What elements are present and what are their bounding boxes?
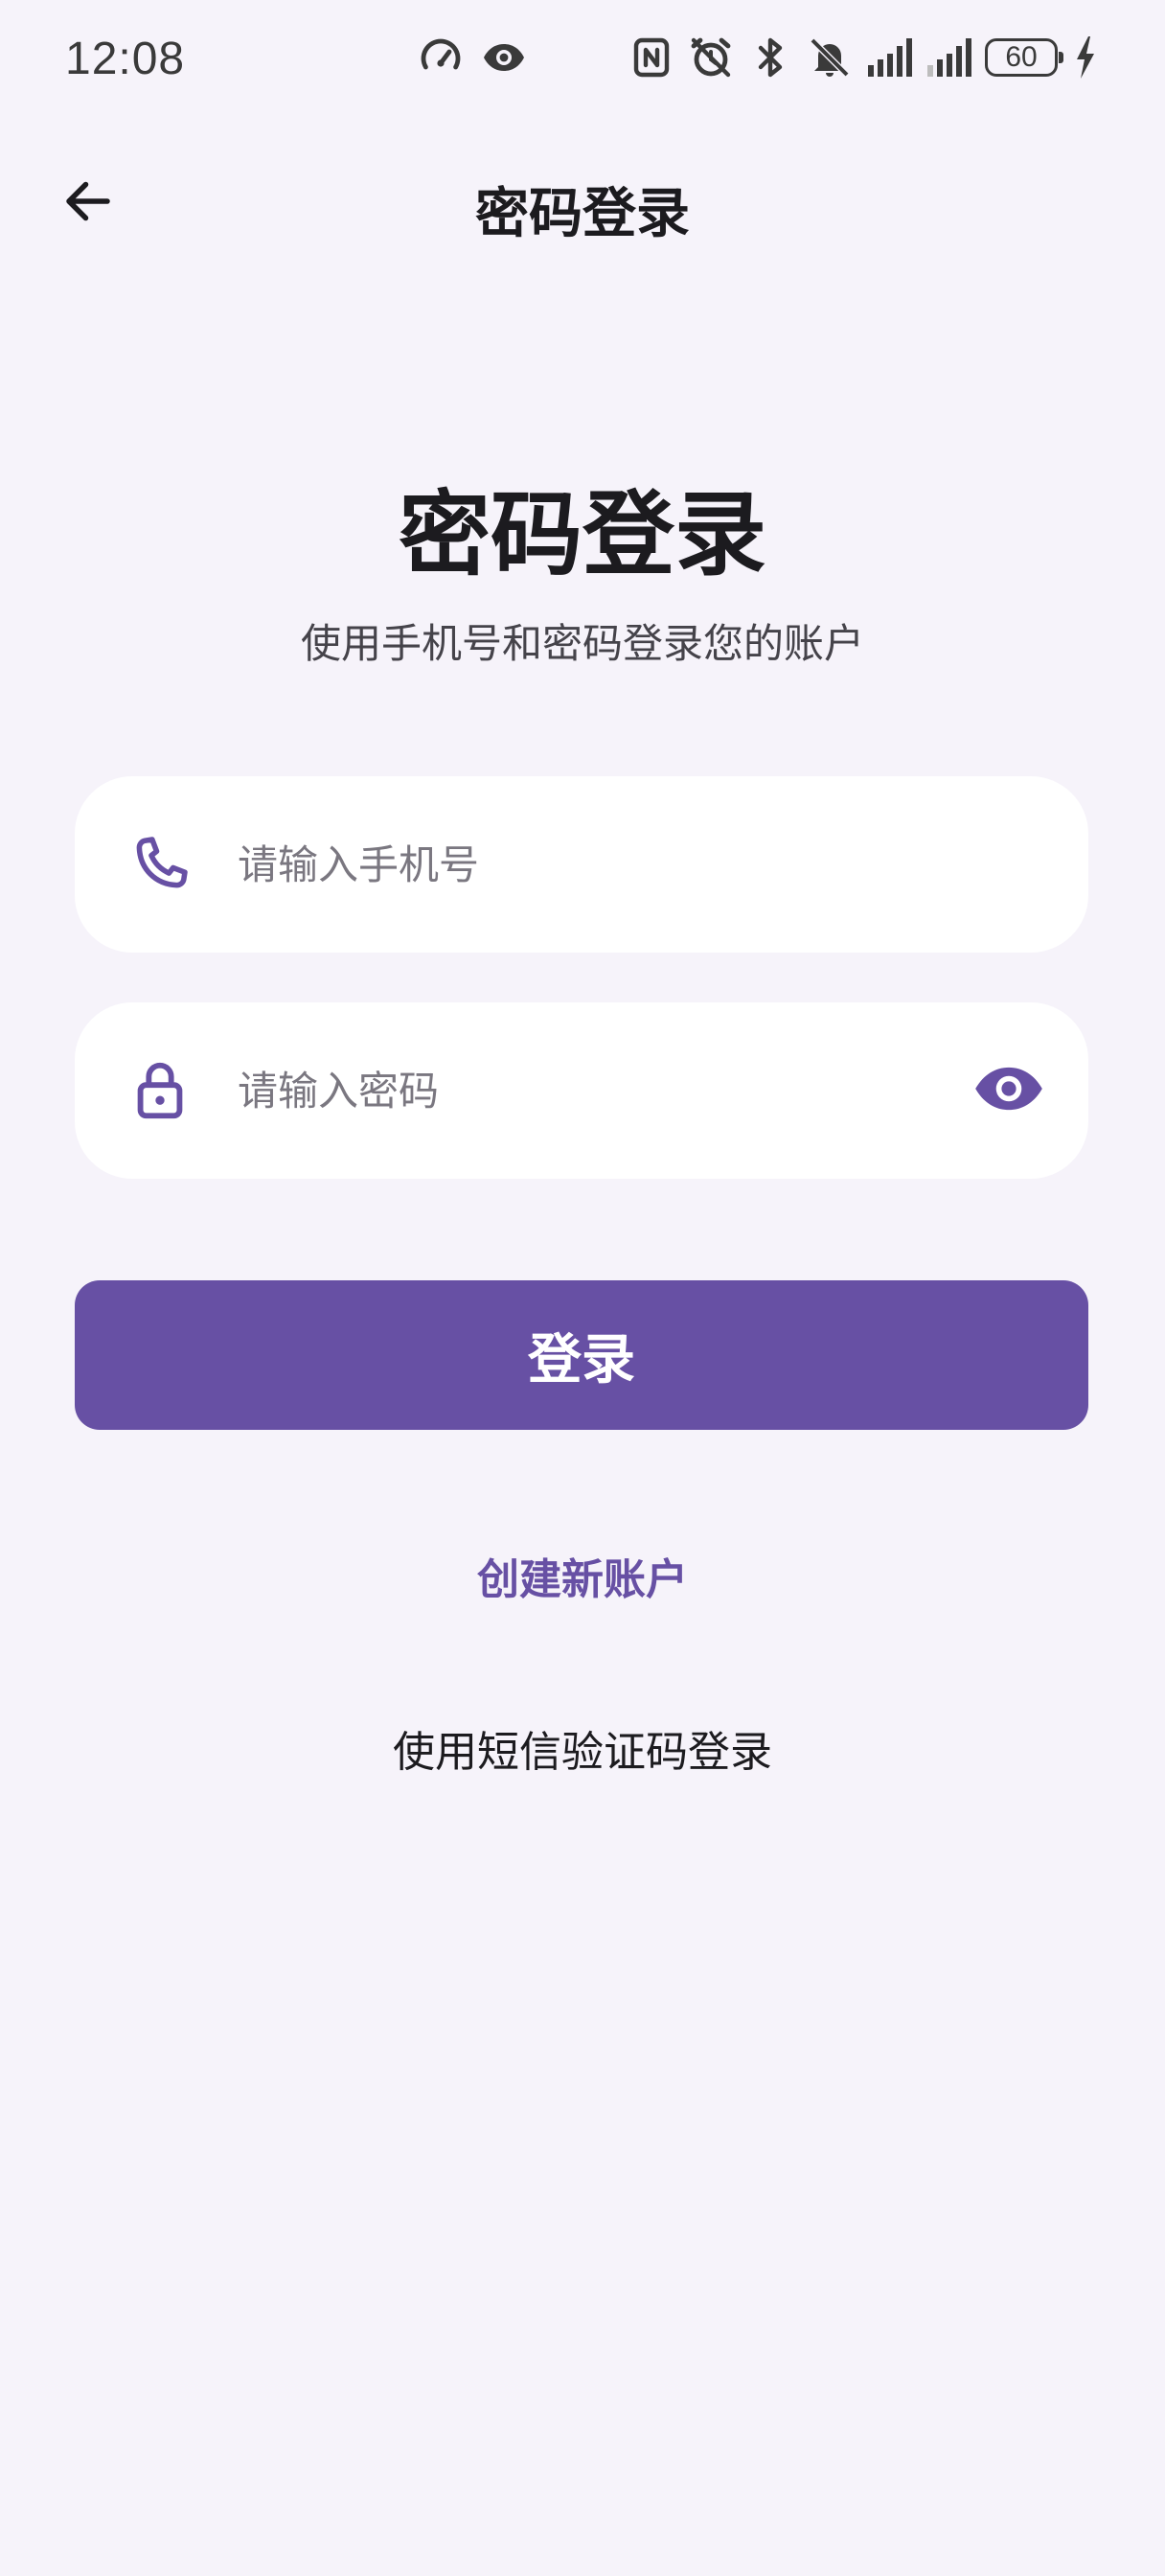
- eye-icon: [972, 1052, 1045, 1129]
- battery-icon: 60: [985, 38, 1063, 77]
- login-button[interactable]: 登录: [75, 1280, 1088, 1430]
- login-screen: 12:08 60 密码登录 密码登录 使用手机号和密码登录您的账户 请输入手机号…: [0, 0, 1165, 2576]
- phone-icon: [117, 821, 203, 908]
- page-title: 密码登录: [399, 481, 766, 588]
- charging-icon: [1071, 34, 1098, 80]
- bluetooth-icon: [747, 34, 793, 80]
- status-right-icons: 60: [628, 34, 1098, 80]
- bell-off-icon: [807, 34, 853, 80]
- status-time: 12:08: [65, 34, 186, 84]
- eye-icon: [481, 34, 527, 80]
- nfc-icon: [628, 34, 674, 80]
- sms-login-link-row: 使用短信验证码登录: [0, 1717, 1165, 1779]
- page-subtitle: 使用手机号和密码登录您的账户: [300, 620, 864, 667]
- app-bar-title: 密码登录: [475, 183, 690, 245]
- signal-icon: [866, 34, 912, 80]
- status-center-icons: [418, 34, 527, 80]
- password-input[interactable]: [238, 1041, 966, 1140]
- sms-login-link[interactable]: 使用短信验证码登录: [393, 1717, 772, 1779]
- status-bar: 12:08 60: [0, 0, 1165, 115]
- toggle-password-visibility-button[interactable]: [966, 1047, 1052, 1134]
- phone-field-container[interactable]: [75, 776, 1088, 953]
- speedometer-icon: [418, 34, 464, 80]
- phone-input[interactable]: [238, 815, 966, 914]
- lock-icon: [117, 1047, 203, 1134]
- alarm-icon: [688, 34, 734, 80]
- password-field-container[interactable]: [75, 1002, 1088, 1179]
- signal-icon: [925, 34, 971, 80]
- battery-level: 60: [1005, 41, 1038, 73]
- top-app-bar: 密码登录: [0, 153, 1165, 249]
- create-account-link-row: 创建新账户: [0, 1545, 1165, 1606]
- create-account-link[interactable]: 创建新账户: [477, 1545, 688, 1606]
